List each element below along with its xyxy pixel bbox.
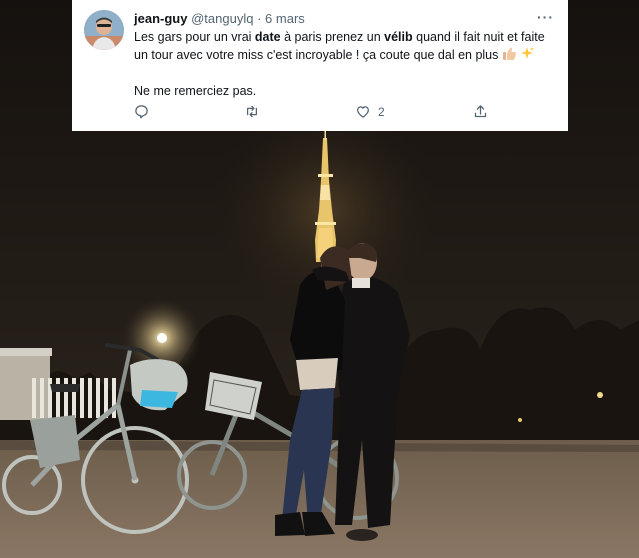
user-handle[interactable]: @tanguylq	[191, 11, 253, 26]
tweet-header: jean-guy @tanguylq · 6 mars	[134, 11, 305, 27]
share-button[interactable]	[473, 104, 488, 119]
tweet-text-paragraph-1: Les gars pour un vrai date à paris prene…	[134, 29, 554, 66]
tweet-text-part-1: Les gars pour un vrai	[134, 30, 255, 44]
tweet-text-paragraph-2: Ne me remerciez pas.	[134, 84, 257, 98]
tweet-card[interactable]: jean-guy @tanguylq · 6 mars ··· Les gars…	[72, 0, 568, 131]
like-count: 2	[378, 104, 385, 119]
display-name[interactable]: jean-guy	[134, 11, 187, 26]
like-icon	[357, 106, 369, 118]
retweet-button[interactable]	[244, 104, 267, 119]
avatar[interactable]	[84, 10, 124, 50]
tweet-date[interactable]: 6 mars	[265, 11, 305, 26]
tweet-text-bold-velib: vélib	[384, 30, 413, 44]
like-button[interactable]: 2	[355, 104, 385, 119]
tweet-text-bold-date: date	[254, 30, 281, 44]
thumbs-up-icon	[502, 47, 516, 60]
thumbs-up-emoji	[502, 46, 517, 66]
reply-icon	[135, 105, 148, 119]
retweet-icon	[247, 105, 257, 118]
share-icon	[474, 105, 487, 118]
separator-dot: ·	[257, 11, 262, 26]
tweet-text: Les gars pour un vrai date à paris prene…	[134, 29, 554, 100]
reply-button[interactable]	[134, 104, 156, 119]
tweet-text-part-2: à paris prenez un	[280, 30, 385, 44]
sparkles-emoji	[520, 46, 535, 66]
more-horizontal-icon[interactable]: ···	[537, 9, 554, 25]
sparkles-icon	[521, 47, 535, 59]
tweet-actions: 2	[134, 104, 494, 124]
avatar-image	[84, 10, 124, 50]
